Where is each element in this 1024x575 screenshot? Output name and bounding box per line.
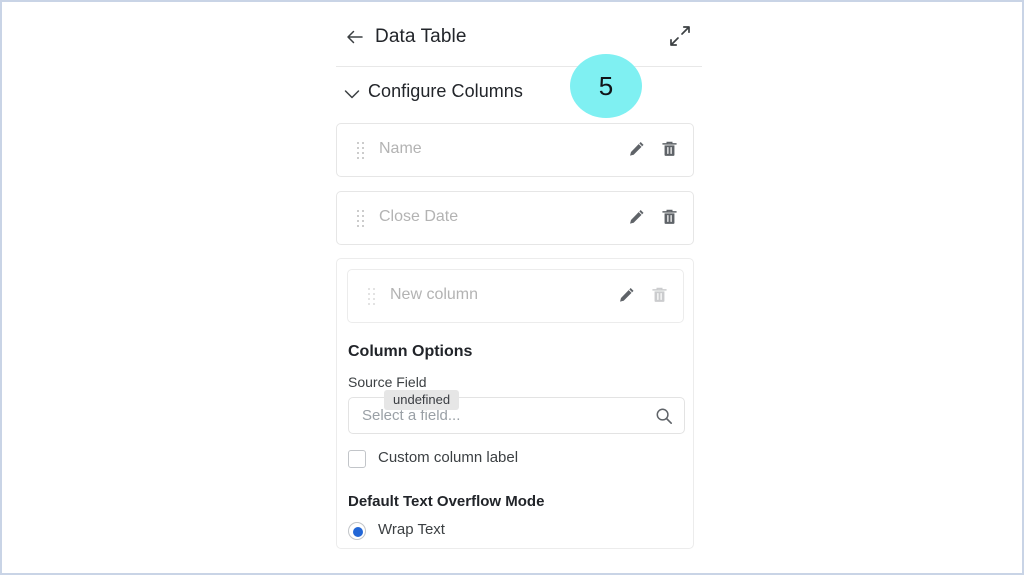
table-row[interactable]: Close Date xyxy=(336,191,694,245)
step-badge: 5 xyxy=(570,54,642,118)
row-actions xyxy=(627,139,679,159)
custom-column-label-checkbox[interactable] xyxy=(348,450,366,468)
drag-handle-icon[interactable] xyxy=(357,210,367,227)
expand-diagonal-icon[interactable] xyxy=(668,24,692,48)
source-field-label: Source Field xyxy=(348,374,427,390)
pencil-icon[interactable] xyxy=(627,207,646,227)
radio-button-selected-dot xyxy=(353,527,363,537)
page-title: Data Table xyxy=(375,26,467,47)
trash-icon[interactable] xyxy=(660,139,679,159)
pencil-icon[interactable] xyxy=(627,139,646,159)
table-row[interactable]: Name xyxy=(336,123,694,177)
new-column-row[interactable]: New column xyxy=(347,269,684,323)
trash-icon xyxy=(652,287,667,302)
overflow-option-label: Wrap Text xyxy=(378,521,445,538)
radio-button[interactable] xyxy=(348,522,366,540)
new-column-card: New column Column Options Source Field S… xyxy=(336,258,694,549)
step-badge-number: 5 xyxy=(598,70,614,101)
data-table-config-panel: Data Table Configure Columns 5 Name Clos… xyxy=(336,2,702,573)
column-name-label: Name xyxy=(379,140,422,157)
column-options-title: Column Options xyxy=(348,343,473,360)
configure-columns-section-header[interactable]: Configure Columns xyxy=(336,67,702,119)
chevron-down-icon[interactable] xyxy=(341,83,363,105)
panel-header: Data Table xyxy=(336,2,702,67)
row-actions xyxy=(627,207,679,227)
section-title: Configure Columns xyxy=(368,81,523,101)
drag-handle-icon[interactable] xyxy=(357,142,367,159)
drag-handle-icon[interactable] xyxy=(368,288,378,305)
screenshot-root: Data Table Configure Columns 5 Name Clos… xyxy=(0,0,1024,575)
overflow-mode-title: Default Text Overflow Mode xyxy=(348,493,545,510)
tooltip: undefined xyxy=(384,390,460,410)
back-arrow-icon[interactable] xyxy=(342,24,368,50)
column-name-label: Close Date xyxy=(379,208,459,225)
custom-column-label-text: Custom column label xyxy=(378,449,519,466)
search-icon[interactable] xyxy=(655,407,673,425)
new-column-label: New column xyxy=(390,286,479,303)
tooltip-text: undefined xyxy=(393,392,451,407)
pencil-icon[interactable] xyxy=(617,285,636,305)
trash-icon[interactable] xyxy=(660,207,679,227)
row-actions xyxy=(617,285,669,305)
